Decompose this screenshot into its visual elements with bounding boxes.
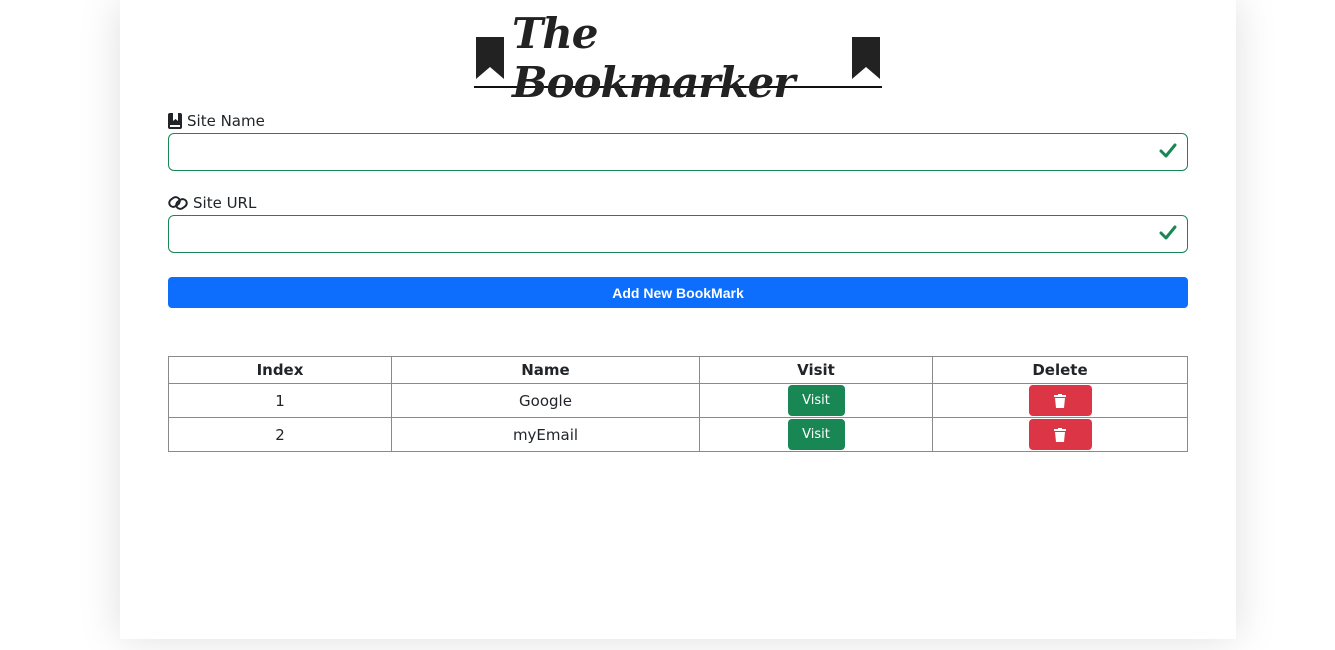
bookmark-icon	[474, 37, 506, 79]
row-name: myEmail	[391, 417, 700, 452]
site-name-label: Site Name	[168, 112, 265, 130]
site-url-label-text: Site URL	[193, 194, 257, 212]
check-icon	[1159, 225, 1177, 245]
table-header-row: Index Name Visit Delete	[168, 356, 1188, 384]
row-name: Google	[391, 383, 700, 418]
page-header: The Bookmarker	[474, 9, 882, 107]
add-bookmark-button[interactable]: Add New BookMark	[168, 277, 1188, 308]
column-header-name: Name	[391, 356, 700, 384]
site-url-input[interactable]	[169, 216, 1187, 252]
bookmark-icon	[850, 37, 882, 79]
delete-button[interactable]	[1028, 419, 1092, 450]
trash-icon	[1054, 393, 1066, 408]
visit-cell: Visit	[699, 383, 933, 418]
link-icon	[168, 195, 188, 211]
check-icon	[1159, 143, 1177, 163]
row-index: 2	[168, 417, 392, 452]
delete-cell	[932, 417, 1188, 452]
table-row: 2 myEmail Visit	[168, 417, 1188, 452]
table-row: 1 Google Visit	[168, 383, 1188, 418]
site-name-input[interactable]	[169, 134, 1187, 170]
trash-icon	[1054, 427, 1066, 442]
column-header-visit: Visit	[699, 356, 933, 384]
bookmarks-table: Index Name Visit Delete 1 Google Visit 2…	[168, 356, 1188, 452]
site-name-field[interactable]	[168, 133, 1188, 171]
row-index: 1	[168, 383, 392, 418]
site-url-field[interactable]	[168, 215, 1188, 253]
page-title: The Bookmarker	[512, 9, 795, 107]
site-name-label-text: Site Name	[187, 112, 265, 130]
column-header-delete: Delete	[932, 356, 1188, 384]
visit-cell: Visit	[699, 417, 933, 452]
page-container: The Bookmarker Site Name Site URL Add Ne…	[120, 0, 1236, 639]
column-header-index: Index	[168, 356, 392, 384]
book-bookmark-icon	[168, 113, 182, 129]
visit-button[interactable]: Visit	[787, 385, 845, 416]
site-url-label: Site URL	[168, 194, 256, 212]
delete-button[interactable]	[1028, 385, 1092, 416]
delete-cell	[932, 383, 1188, 418]
visit-button[interactable]: Visit	[787, 419, 845, 450]
